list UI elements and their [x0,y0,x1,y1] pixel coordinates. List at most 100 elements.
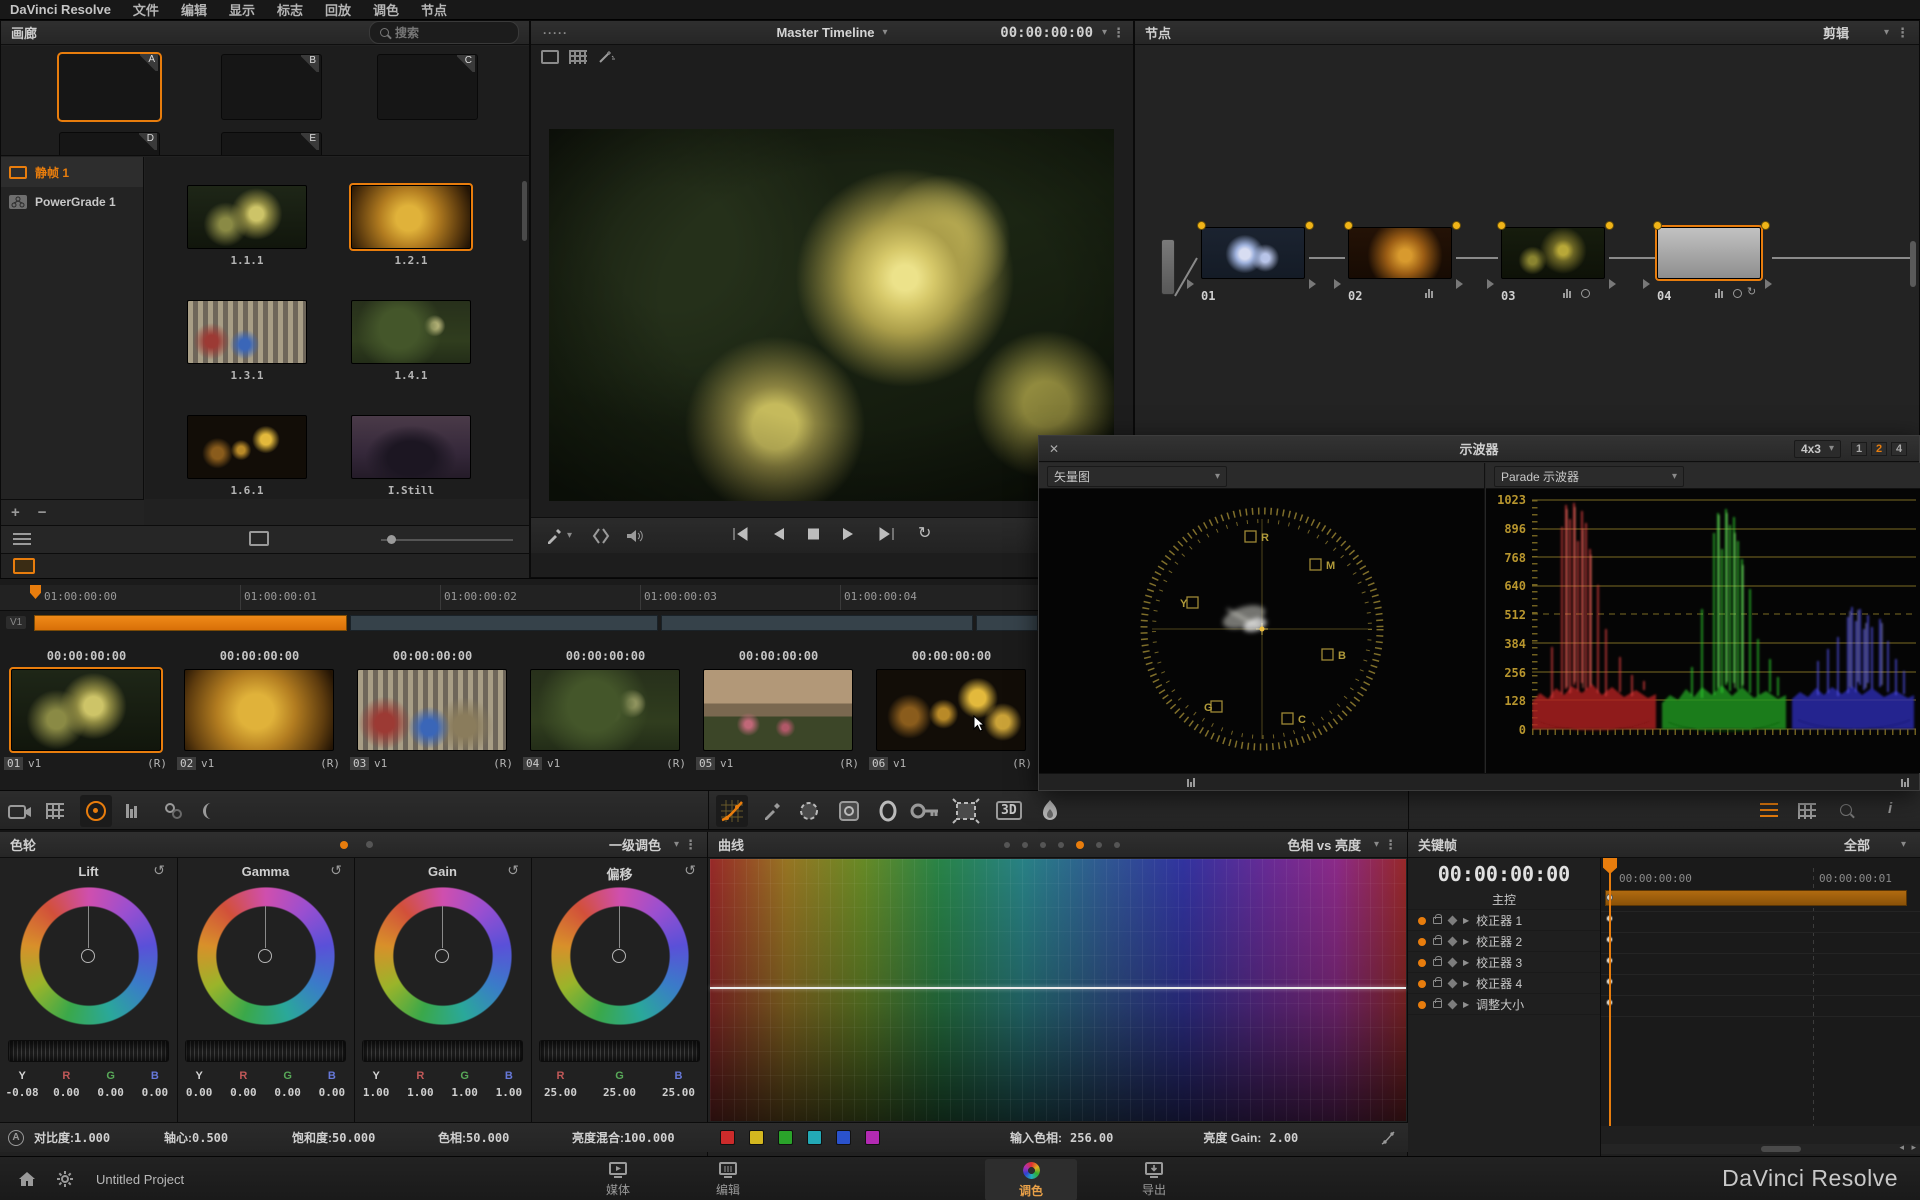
menu-item-playback[interactable]: 回放 [325,0,351,19]
qualifier-eyedropper-icon[interactable] [762,801,782,821]
timeline-ruler[interactable]: 01:00:00:00 01:00:00:01 01:00:00:02 01:0… [0,585,1038,611]
scopes-aspect-dropdown[interactable]: 4x3 ▾ [1793,439,1841,458]
curves-mode-label[interactable]: 色相 vs 亮度 [1287,835,1361,854]
album-b[interactable]: B [221,54,322,120]
grab-still-icon[interactable] [249,531,269,546]
album-c[interactable]: C [377,54,478,120]
ch-value[interactable]: 0.00 [133,1086,177,1099]
wheels-mode-caret-icon[interactable]: ▾ [674,839,679,850]
wheel-master-dial[interactable] [539,1040,700,1062]
stereo-3d-icon[interactable] [200,801,222,821]
add-album-button[interactable]: + [11,504,20,521]
keyframe-diamond-icon[interactable] [1447,999,1458,1010]
clip-segment[interactable] [350,615,658,631]
track-label[interactable]: 校正器 3 [1476,954,1522,971]
curves-menu-icon[interactable]: ⋮ [1384,837,1397,853]
track-label[interactable]: 校正器 2 [1476,933,1522,950]
ch-value[interactable]: 1.00 [354,1086,398,1099]
grid-wipe-icon[interactable] [569,50,587,64]
stills-scrollbar[interactable] [522,181,527,241]
3d-icon[interactable]: 3D [996,801,1022,820]
expand-icon[interactable]: ▶ [1463,979,1469,988]
node-output-dot[interactable] [1452,221,1461,230]
track-v1-badge[interactable]: V1 [6,616,27,629]
tab-color[interactable]: 调色 [985,1159,1077,1200]
camera-raw-icon[interactable] [8,802,32,820]
curves-page-dot[interactable] [1096,841,1102,848]
keyframe-list-icon[interactable] [1760,803,1778,817]
wheel-master-dial[interactable] [8,1040,169,1062]
clip-thumb[interactable] [876,669,1026,751]
wheels-page-dot[interactable] [366,841,373,848]
parade-settings-icon[interactable] [1901,778,1909,787]
keyframe-diamond-icon[interactable] [1447,915,1458,926]
ch-value[interactable]: 25.00 [649,1086,708,1099]
node-scrollbar[interactable] [1910,241,1916,287]
clip-thumb[interactable] [703,669,853,751]
clip-segment[interactable] [661,615,973,631]
image-wipe-icon[interactable] [541,50,559,64]
tab-deliver[interactable]: 导出 [1108,1159,1200,1200]
scroll-right-icon[interactable]: ▸ [1911,1142,1916,1153]
tab-edit[interactable]: 编辑 [682,1159,774,1200]
wheels-menu-icon[interactable]: ⋮ [684,837,697,853]
hue-swatch-red[interactable] [720,1130,735,1145]
menu-item-edit[interactable]: 编辑 [181,0,207,19]
viewer-grip-icon[interactable]: ····· [543,26,568,40]
sidebar-item-stills[interactable]: 静帧 1 [1,157,143,187]
scopes-layout-2[interactable]: 2 [1871,441,1887,456]
node-mode-label[interactable]: 剪辑 [1823,23,1849,42]
thumb-size-slider[interactable] [381,535,513,544]
track-enable-dot[interactable] [1418,979,1426,988]
skip-forward-button[interactable] [878,526,896,542]
expand-icon[interactable]: ▶ [1463,937,1469,946]
vectorscope-type-dropdown[interactable]: 矢量图 ▾ [1047,466,1227,487]
window-target-icon[interactable] [836,799,862,823]
node-output-dot[interactable] [1305,221,1314,230]
node-source-bar[interactable] [1161,239,1175,295]
vectorscope-settings-icon[interactable] [1187,778,1195,787]
lock-icon[interactable] [1433,977,1442,987]
clip-thumb[interactable] [9,667,163,753]
still-thumb-4[interactable] [351,300,471,364]
ch-value[interactable]: 0.00 [221,1086,265,1099]
curves-page-dot[interactable] [1004,841,1010,848]
clip-segment[interactable] [976,615,1038,631]
curve-graph[interactable] [710,859,1406,1121]
lock-icon[interactable] [1433,956,1442,966]
wheel-master-dial[interactable] [185,1040,346,1062]
gear-icon[interactable] [56,1170,74,1188]
node-mode-caret-icon[interactable]: ▾ [1884,27,1889,38]
keyframes-filter-caret-icon[interactable]: ▾ [1901,839,1906,850]
ch-value[interactable]: 0.00 [266,1086,310,1099]
ch-value[interactable]: 0.00 [310,1086,354,1099]
lock-icon[interactable] [1433,935,1442,945]
skip-back-button[interactable] [731,526,749,542]
list-view-icon[interactable] [13,533,31,546]
node-input-dot[interactable] [1653,221,1662,230]
menu-item-mark[interactable]: 标志 [277,0,303,19]
tab-media[interactable]: 媒体 [572,1159,664,1200]
album-a[interactable]: A [57,52,162,122]
timeline-playhead[interactable] [30,585,41,599]
auto-badge[interactable]: A [8,1129,24,1146]
wheel-center-handle[interactable] [435,949,449,963]
hue-swatch-magenta[interactable] [865,1130,880,1145]
wheel-reset-icon[interactable]: ↺ [153,862,165,879]
hue-swatch-yellow[interactable] [749,1130,764,1145]
gallery-search[interactable]: 搜索 [369,21,519,44]
still-thumb-2[interactable] [349,183,473,251]
keyframes-filter-label[interactable]: 全部 [1844,835,1870,854]
still-thumb-3[interactable] [187,300,307,364]
eyedropper-caret-icon[interactable]: ▾ [567,530,572,541]
menu-item-nodes[interactable]: 节点 [421,0,447,19]
keyframe-playhead-head[interactable] [1603,858,1617,874]
track-enable-dot[interactable] [1418,916,1426,925]
node-output-dot[interactable] [1605,221,1614,230]
gallery-view-icon[interactable] [13,558,35,574]
input-hue-value[interactable]: 256.00 [1070,1131,1113,1145]
node-input-dot[interactable] [1497,221,1506,230]
ch-value[interactable]: 1.00 [398,1086,442,1099]
vignette-icon[interactable] [876,799,900,823]
menu-item-view[interactable]: 显示 [229,0,255,19]
